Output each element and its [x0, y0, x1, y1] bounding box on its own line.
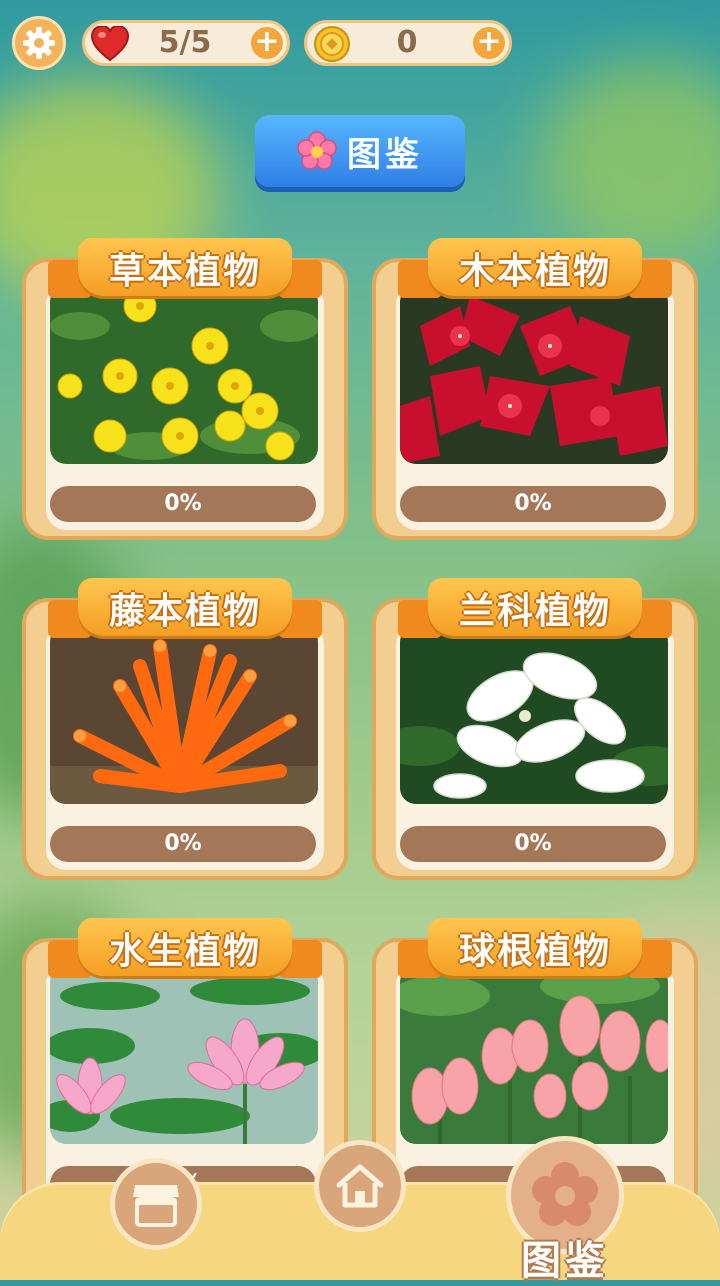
- progress-text: 0%: [164, 831, 202, 856]
- category-photo: [400, 626, 668, 804]
- encyclopedia-title: 图鉴: [255, 115, 465, 187]
- page-title: 图鉴: [347, 134, 423, 175]
- shop-icon: [133, 1185, 179, 1227]
- category-photo: [400, 966, 668, 1144]
- category-photo: [50, 286, 318, 464]
- top-bar: 5/5 + 0 +: [0, 0, 720, 90]
- gear-icon: [23, 27, 55, 59]
- home-icon: [336, 1164, 384, 1208]
- progress-bar: 0%: [400, 486, 666, 522]
- category-title: 木本植物: [458, 251, 611, 292]
- add-coins-button[interactable]: +: [471, 25, 507, 61]
- lives-value: 5/5: [158, 25, 212, 60]
- progress-bar: 0%: [400, 826, 666, 862]
- category-photo: [400, 286, 668, 464]
- coins-counter: 0 +: [304, 20, 512, 66]
- lives-counter: 5/5 +: [82, 20, 290, 66]
- settings-button[interactable]: [12, 16, 66, 70]
- progress-bar: 0%: [50, 826, 316, 862]
- category-card-woody[interactable]: 木本植物 0%: [372, 238, 698, 540]
- progress-text: 0%: [164, 491, 202, 516]
- category-card-orchid[interactable]: 兰科植物 0%: [372, 578, 698, 880]
- category-card-vine[interactable]: 藤本植物 0%: [22, 578, 348, 880]
- progress-bar: 0%: [50, 486, 316, 522]
- nav-encyclopedia-label: 图鉴: [521, 1238, 609, 1284]
- add-lives-button[interactable]: +: [249, 25, 285, 61]
- category-title: 草本植物: [108, 251, 261, 292]
- category-photo: [50, 626, 318, 804]
- category-title: 藤本植物: [108, 591, 261, 632]
- category-title: 水生植物: [108, 931, 261, 972]
- coins-value: 0: [396, 25, 418, 60]
- category-title: 兰科植物: [458, 591, 611, 632]
- coin-icon: [313, 25, 351, 63]
- nav-home-button[interactable]: [314, 1140, 406, 1232]
- heart-icon: [91, 25, 129, 63]
- category-title: 球根植物: [458, 931, 611, 972]
- progress-text: 0%: [514, 831, 552, 856]
- flower-icon: [532, 1162, 598, 1226]
- category-photo: [50, 966, 318, 1144]
- category-card-herbaceous[interactable]: 草本植物 0%: [22, 238, 348, 540]
- progress-text: 0%: [514, 491, 552, 516]
- nav-shop-button[interactable]: [110, 1158, 202, 1250]
- flower-icon: [297, 131, 337, 170]
